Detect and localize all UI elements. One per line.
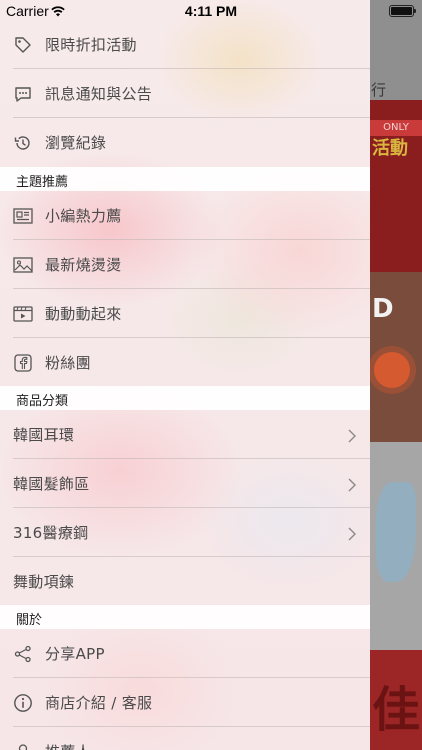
category-label: 韓國髮飾區 xyxy=(13,475,90,493)
category-label: 韓國耳環 xyxy=(13,426,75,444)
menu-item-label: 商店介紹 / 客服 xyxy=(45,694,153,712)
image-icon xyxy=(13,255,33,275)
chevron-right-icon xyxy=(346,526,358,540)
category-korean-earrings[interactable]: 韓國耳環 xyxy=(0,410,370,459)
section-title: 商品分類 xyxy=(16,394,69,409)
menu-item-label: 分享APP xyxy=(45,645,105,663)
category-316-medical-steel[interactable]: 316醫療鋼 xyxy=(0,508,370,557)
banner-letter: D xyxy=(372,294,394,324)
menu-item-store-info[interactable]: 商店介紹 / 客服 xyxy=(0,678,370,727)
chevron-right-icon xyxy=(346,428,358,442)
category-label: 316醫療鋼 xyxy=(13,524,89,542)
menu-item-share-app[interactable]: 分享APP xyxy=(0,629,370,678)
category-korean-hair-accessories[interactable]: 韓國髮飾區 xyxy=(0,459,370,508)
menu-item-label: 推薦人 xyxy=(45,741,91,750)
sun-graphic xyxy=(374,352,410,388)
menu-item-label: 限時折扣活動 xyxy=(45,36,137,54)
section-title: 關於 xyxy=(16,613,43,628)
menu-item-label: 最新燒燙燙 xyxy=(45,256,122,274)
banner-event-label: 活動 xyxy=(372,138,408,159)
person-icon xyxy=(13,742,33,750)
menu-item-videos[interactable]: 動動動起來 xyxy=(0,289,370,338)
background-banner-splash[interactable] xyxy=(370,442,422,650)
menu-item-label: 小編熱力薦 xyxy=(45,207,122,225)
section-header-about: 關於 xyxy=(0,605,370,629)
section-header-themes: 主題推薦 xyxy=(0,167,370,191)
menu-item-label: 瀏覽紀錄 xyxy=(45,134,107,152)
menu-item-notifications[interactable]: 訊息通知與公告 xyxy=(0,69,370,118)
video-icon xyxy=(13,304,33,324)
menu-item-referrer[interactable]: 推薦人 xyxy=(0,727,370,750)
chevron-right-icon xyxy=(346,477,358,491)
menu-item-fan-page[interactable]: 粉絲團 xyxy=(0,338,370,387)
banner-big-char: 佳 xyxy=(372,682,421,738)
category-necklaces[interactable]: 舞動項鍊 xyxy=(0,557,370,606)
section-header-categories: 商品分類 xyxy=(0,386,370,410)
side-drawer: 限時折扣活動 訊息通知與公告 瀏覽紀錄 主題推薦 小編熱力薦 最新燒燙燙 動動動… xyxy=(0,0,370,750)
clock: 4:11 PM xyxy=(184,3,238,19)
splash-graphic xyxy=(376,482,416,582)
background-tab-text: 行 xyxy=(371,81,387,99)
background-banner-red[interactable]: 佳 xyxy=(370,650,422,750)
menu-item-flash-sale[interactable]: 限時折扣活動 xyxy=(0,20,370,69)
menu-item-label: 動動動起來 xyxy=(45,305,122,323)
menu-item-newest[interactable]: 最新燒燙燙 xyxy=(0,240,370,289)
section-title: 主題推薦 xyxy=(16,175,69,190)
facebook-icon xyxy=(13,353,33,373)
history-icon xyxy=(13,133,33,153)
background-banner-sale[interactable]: ONLY 活動 xyxy=(370,100,422,272)
tag-icon xyxy=(13,35,33,55)
background-banner-product[interactable]: D xyxy=(370,272,422,442)
info-icon xyxy=(13,693,33,713)
menu-item-label: 訊息通知與公告 xyxy=(45,85,153,103)
menu-item-label: 粉絲團 xyxy=(45,354,91,372)
menu-item-history[interactable]: 瀏覽紀錄 xyxy=(0,118,370,167)
newspaper-icon xyxy=(13,206,33,226)
share-icon xyxy=(13,644,33,664)
category-label: 舞動項鍊 xyxy=(13,573,75,591)
status-bar: Carrier 4:11 PM xyxy=(0,0,422,22)
battery-icon xyxy=(389,5,416,17)
message-icon xyxy=(13,84,33,104)
menu-item-editor-picks[interactable]: 小編熱力薦 xyxy=(0,191,370,240)
